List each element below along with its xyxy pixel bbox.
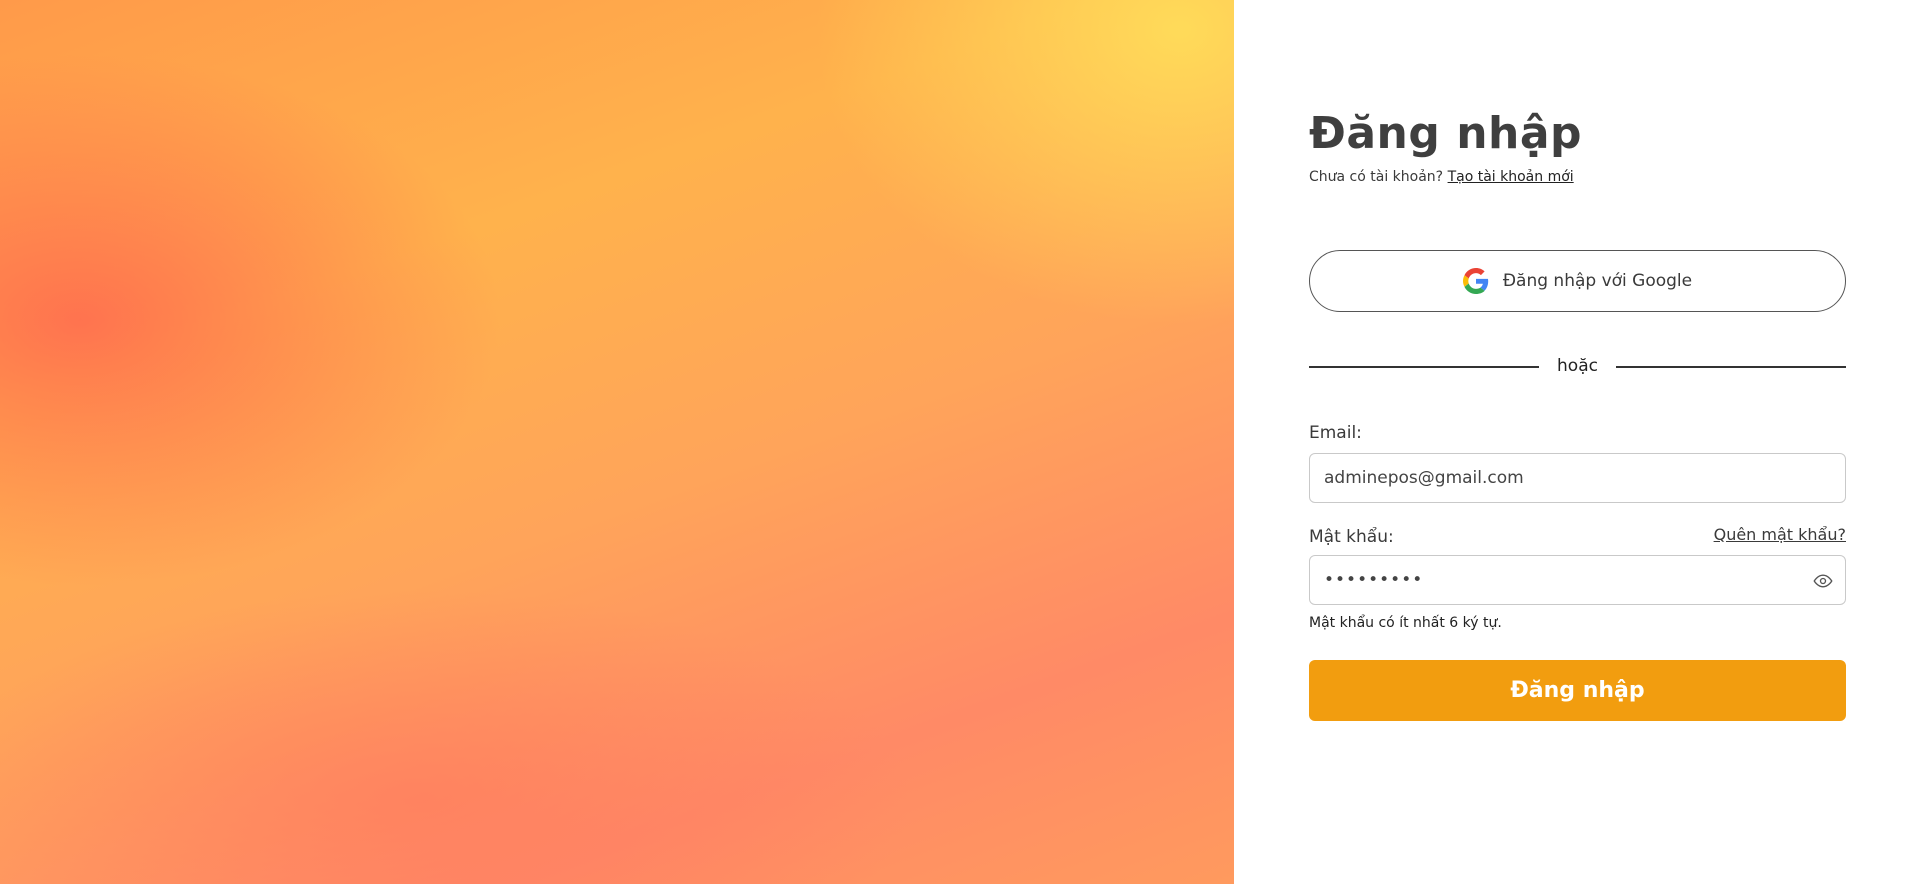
password-value: ••••••••• [1324,570,1424,590]
email-label: Email: [1309,423,1362,443]
email-value: adminepos@gmail.com [1324,468,1524,488]
signup-prompt: Chưa có tài khoản? Tạo tài khoản mới [1309,169,1574,185]
google-icon [1462,268,1489,294]
email-field[interactable]: adminepos@gmail.com [1309,453,1846,503]
forgot-password-link[interactable]: Quên mật khẩu? [1714,525,1846,544]
hero-gradient-background [0,0,1234,884]
eye-icon[interactable] [1813,571,1833,591]
password-label: Mật khẩu: [1309,527,1394,547]
divider-line-right [1616,366,1846,368]
page-title: Đăng nhập [1309,108,1583,159]
password-hint: Mật khẩu có ít nhất 6 ký tự. [1309,615,1502,631]
password-field[interactable]: ••••••••• [1309,555,1846,605]
google-login-button[interactable]: Đăng nhập với Google [1309,250,1846,312]
signup-prompt-text: Chưa có tài khoản? [1309,169,1444,185]
google-login-label: Đăng nhập với Google [1502,271,1693,291]
or-divider: hoặc [1309,355,1846,379]
login-submit-button[interactable]: Đăng nhập [1309,660,1846,721]
create-account-link[interactable]: Tạo tài khoản mới [1448,169,1574,185]
